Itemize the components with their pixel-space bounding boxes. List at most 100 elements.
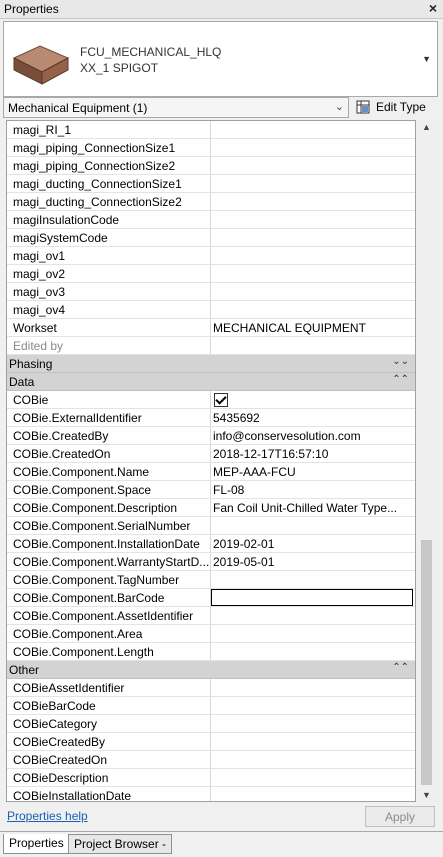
property-row[interactable]: magi_RI_1 [7, 121, 415, 139]
group-other[interactable]: Other ⌃⌃ [7, 661, 415, 679]
collapse-icon[interactable]: ⌃⌃ [392, 662, 409, 673]
property-row[interactable]: magi_ov1 [7, 247, 415, 265]
column-divider [210, 517, 211, 534]
property-row[interactable]: COBieDescription [7, 769, 415, 787]
property-row[interactable]: COBie.CreatedOn 2018-12-17T16:57:10 [7, 445, 415, 463]
property-row[interactable]: magi_ducting_ConnectionSize1 [7, 175, 415, 193]
property-name: COBie.CreatedOn [13, 447, 111, 461]
property-row[interactable]: COBie.Component.Area [7, 625, 415, 643]
cobie-checkbox[interactable] [214, 393, 228, 407]
property-row[interactable]: Edited by [7, 337, 415, 355]
property-row[interactable]: COBie.Component.BarCode [7, 589, 415, 607]
properties-grid[interactable]: magi_RI_1 magi_piping_ConnectionSize1magi… [6, 120, 416, 802]
column-divider [210, 715, 211, 732]
edit-type-button[interactable]: Edit Type [354, 97, 438, 118]
property-value[interactable]: 5435692 [213, 411, 411, 425]
properties-help-link[interactable]: Properties help [7, 809, 88, 823]
tab-properties[interactable]: Properties [3, 834, 70, 854]
column-divider [210, 319, 211, 336]
column-divider [210, 157, 211, 174]
property-name: COBie.Component.Name [13, 465, 150, 479]
close-icon[interactable]: × [429, 0, 437, 16]
property-row[interactable]: COBie.Component.WarrantyStartD... 2019-05… [7, 553, 415, 571]
property-value[interactable]: MECHANICAL EQUIPMENT [213, 321, 411, 335]
column-divider [210, 265, 211, 282]
panel-title: Properties [4, 2, 59, 16]
property-name: COBieCreatedBy [13, 735, 106, 749]
property-row[interactable]: COBie.CreatedBy info@conservesolution.com [7, 427, 415, 445]
property-row[interactable]: COBie.Component.AssetIdentifier [7, 607, 415, 625]
property-row[interactable]: COBie.Component.InstallationDate 2019-02-… [7, 535, 415, 553]
property-name: COBieCreatedOn [13, 753, 108, 767]
property-row[interactable]: Workset MECHANICAL EQUIPMENT [7, 319, 415, 337]
chevron-down-icon[interactable]: ⌄ [335, 100, 344, 113]
property-name: COBie.Component.AssetIdentifier [13, 609, 194, 623]
column-divider [210, 751, 211, 768]
property-value[interactable]: Fan Coil Unit-Chilled Water Type... [213, 501, 411, 515]
property-row[interactable]: magi_ducting_ConnectionSize2 [7, 193, 415, 211]
property-row[interactable]: COBie.Component.Space FL-08 [7, 481, 415, 499]
property-name: COBie.Component.InstallationDate [13, 537, 200, 551]
tab-project-browser[interactable]: Project Browser - [68, 834, 173, 854]
property-row[interactable]: COBie [7, 391, 415, 409]
property-row[interactable]: COBieCreatedBy [7, 733, 415, 751]
column-divider [210, 553, 211, 570]
property-row[interactable]: COBie.Component.Name MEP-AAA-FCU [7, 463, 415, 481]
property-row[interactable]: COBie.Component.SerialNumber [7, 517, 415, 535]
apply-button[interactable]: Apply [365, 806, 435, 827]
expand-icon[interactable]: ⌄⌄ [392, 356, 409, 367]
property-row[interactable]: COBieInstallationDate [7, 787, 415, 801]
property-row[interactable]: magi_ov3 [7, 283, 415, 301]
property-row[interactable]: COBie.ExternalIdentifier 5435692 [7, 409, 415, 427]
element-filter-dropdown[interactable]: Mechanical Equipment (1) ⌄ [3, 97, 349, 118]
property-row[interactable]: COBieCategory [7, 715, 415, 733]
property-row[interactable]: COBie.Component.Length [7, 643, 415, 661]
type-family-name: FCU_MECHANICAL_HLQ [80, 45, 222, 59]
property-row[interactable]: COBieBarCode [7, 697, 415, 715]
collapse-icon[interactable]: ⌃⌃ [392, 374, 409, 385]
column-divider [210, 697, 211, 714]
group-data[interactable]: Data ⌃⌃ [7, 373, 415, 391]
property-name: magi_piping_ConnectionSize1 [13, 141, 176, 155]
property-value[interactable]: 2019-02-01 [213, 537, 411, 551]
scroll-up-icon[interactable]: ▲ [422, 122, 431, 132]
property-value[interactable]: 2019-05-01 [213, 555, 411, 569]
property-name: COBieAssetIdentifier [13, 681, 125, 695]
column-divider [210, 229, 211, 246]
property-value[interactable]: info@conservesolution.com [213, 429, 411, 443]
property-row[interactable]: magi_piping_ConnectionSize2 [7, 157, 415, 175]
property-name: magi_ov1 [13, 249, 66, 263]
scrollbar-thumb[interactable] [421, 540, 432, 785]
type-name: XX_1 SPIGOT [80, 61, 159, 75]
property-row[interactable]: magiSystemCode [7, 229, 415, 247]
property-value[interactable]: 2018-12-17T16:57:10 [213, 447, 411, 461]
property-name: magi_ov2 [13, 267, 66, 281]
barcode-value-field[interactable] [211, 589, 413, 606]
column-divider [210, 499, 211, 516]
property-row[interactable]: magiInsulationCode [7, 211, 415, 229]
column-divider [210, 607, 211, 624]
property-row[interactable]: magi_piping_ConnectionSize1 [7, 139, 415, 157]
property-row[interactable]: COBie.Component.TagNumber [7, 571, 415, 589]
property-value[interactable]: FL-08 [213, 483, 411, 497]
property-row[interactable]: COBie.Component.Description Fan Coil Unit… [7, 499, 415, 517]
column-divider [210, 247, 211, 264]
scroll-down-icon[interactable]: ▼ [422, 790, 431, 800]
property-row[interactable]: magi_ov4 [7, 301, 415, 319]
property-name: magi_ov3 [13, 285, 66, 299]
property-value[interactable]: MEP-AAA-FCU [213, 465, 411, 479]
type-dropdown-icon[interactable]: ▼ [422, 54, 431, 64]
column-divider [210, 571, 211, 588]
filter-selected-label: Mechanical Equipment (1) [8, 101, 148, 115]
panel-titlebar: Properties × [0, 0, 443, 19]
property-row[interactable]: COBieCreatedOn [7, 751, 415, 769]
panel-tabs: Properties Project Browser - [0, 831, 443, 857]
vertical-scrollbar[interactable]: ▲ ▼ [419, 120, 434, 802]
property-row[interactable]: COBieAssetIdentifier [7, 679, 415, 697]
property-name: COBie.Component.TagNumber [13, 573, 180, 587]
group-phasing[interactable]: Phasing ⌄⌄ [7, 355, 415, 373]
column-divider [210, 733, 211, 750]
type-selector[interactable]: FCU_MECHANICAL_HLQ XX_1 SPIGOT ▼ [3, 21, 438, 97]
column-divider [210, 175, 211, 192]
property-row[interactable]: magi_ov2 [7, 265, 415, 283]
